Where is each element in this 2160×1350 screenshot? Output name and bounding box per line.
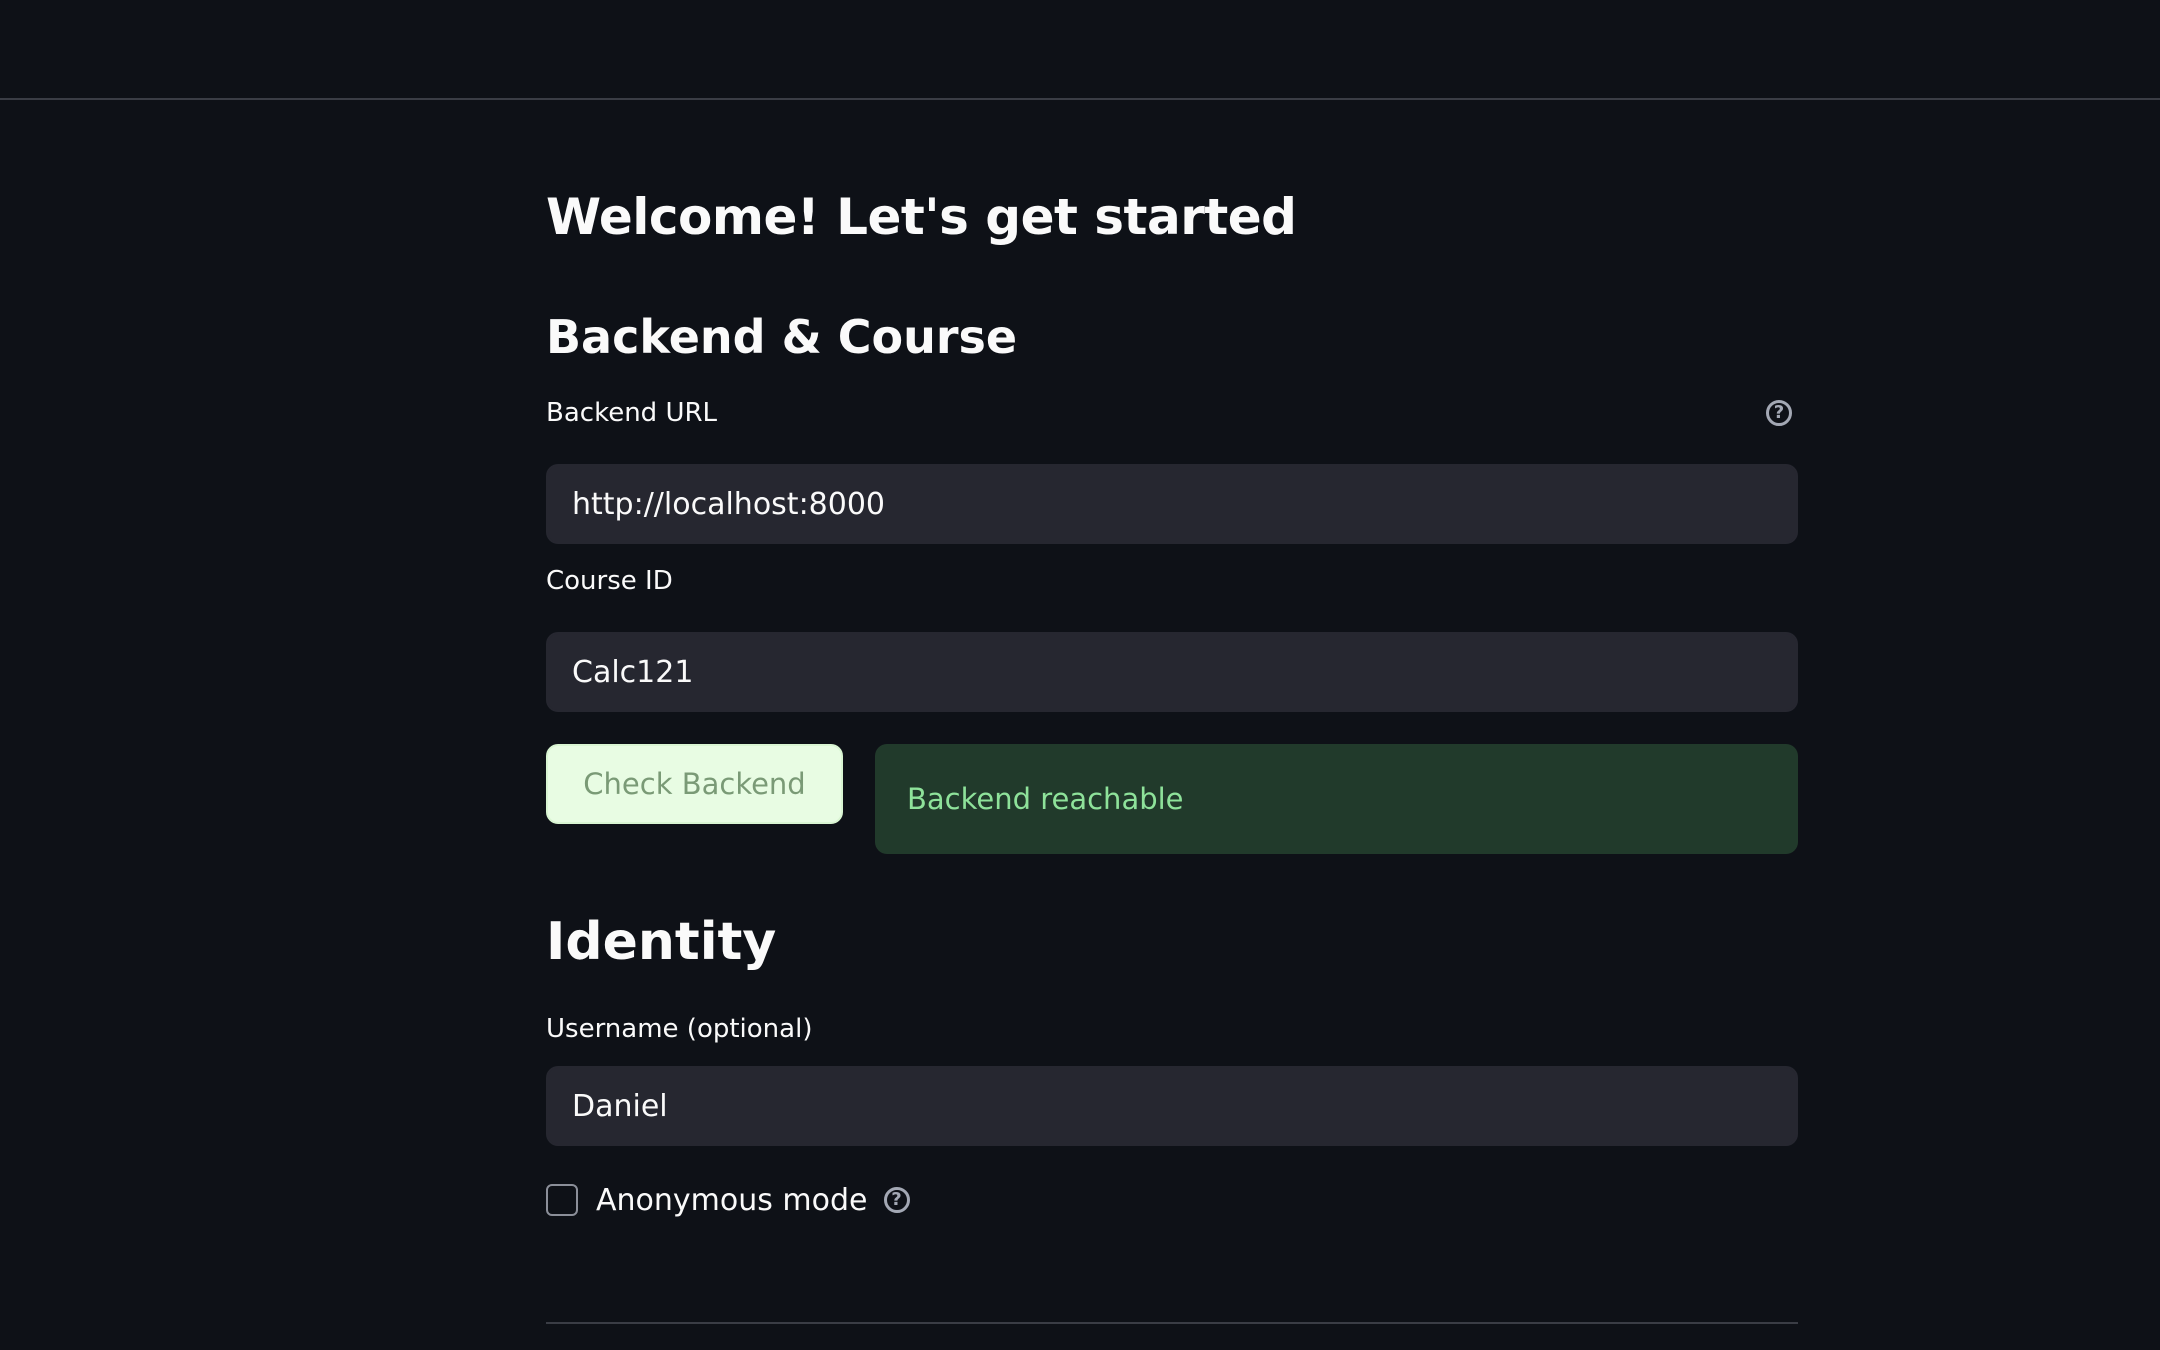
page-title: Welcome! Let's get started bbox=[546, 188, 1297, 246]
course-id-label: Course ID bbox=[546, 566, 673, 596]
top-header-bar bbox=[0, 0, 2160, 100]
anonymous-mode-label[interactable]: Anonymous mode bbox=[596, 1183, 868, 1218]
username-input[interactable] bbox=[546, 1066, 1798, 1146]
course-id-input[interactable] bbox=[546, 632, 1798, 712]
section-title-backend-course: Backend & Course bbox=[546, 310, 1018, 364]
backend-url-label: Backend URL bbox=[546, 398, 718, 428]
section-divider bbox=[546, 1322, 1798, 1324]
backend-url-input[interactable] bbox=[546, 464, 1798, 544]
question-circle-icon[interactable]: ? bbox=[1766, 400, 1792, 426]
anonymous-mode-row: Anonymous mode ? bbox=[546, 1182, 910, 1218]
success-alert: Backend reachable bbox=[875, 744, 1798, 854]
question-circle-icon[interactable]: ? bbox=[883, 1187, 910, 1213]
section-title-identity: Identity bbox=[546, 912, 777, 972]
status-message: Backend reachable bbox=[907, 782, 1184, 816]
anonymous-mode-checkbox[interactable] bbox=[546, 1184, 578, 1216]
check-backend-button[interactable]: Check Backend bbox=[546, 744, 843, 824]
username-label: Username (optional) bbox=[546, 1014, 813, 1044]
